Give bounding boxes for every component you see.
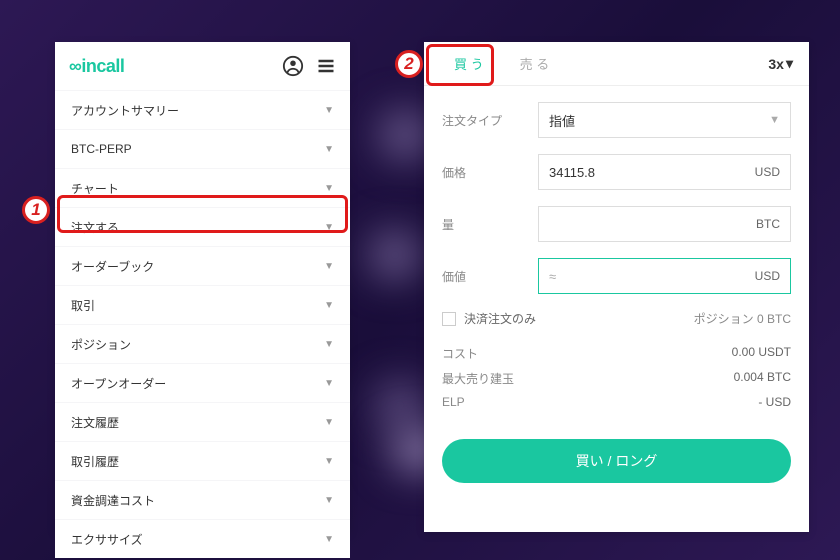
price-input[interactable]: 34115.8 USD bbox=[538, 154, 791, 190]
caret-icon: ▾ bbox=[786, 55, 793, 72]
price-label: 価格 bbox=[442, 164, 538, 181]
menu-item-orderbook[interactable]: オーダーブック ▼ bbox=[55, 247, 350, 285]
price-value: 34115.8 bbox=[549, 165, 595, 180]
logo[interactable]: ∞incall bbox=[69, 56, 124, 77]
menu-item-label: 注文履歴 bbox=[71, 414, 119, 431]
cost-label: コスト bbox=[442, 345, 478, 362]
order-type-value: 指値 bbox=[549, 111, 575, 130]
caret-icon: ▼ bbox=[324, 534, 334, 545]
menu-item-label: ポジション bbox=[71, 336, 131, 353]
elp-value: - USD bbox=[758, 395, 791, 409]
settle-only-label: 決済注文のみ bbox=[464, 310, 536, 327]
amount-unit: BTC bbox=[756, 217, 780, 231]
amount-input[interactable]: BTC bbox=[538, 206, 791, 242]
logo-text: incall bbox=[81, 56, 124, 76]
menu-item-label: BTC-PERP bbox=[71, 142, 132, 156]
tab-buy[interactable]: 買 う bbox=[440, 48, 498, 79]
menu-item-label: チャート bbox=[71, 180, 119, 197]
menu-item-label: オーダーブック bbox=[71, 258, 154, 275]
menu-item-label: 取引 bbox=[71, 297, 95, 314]
menu-icon[interactable] bbox=[316, 56, 336, 76]
order-form: 注文タイプ 指値 ▼ 価格 34115.8 USD 量 BTC 価値 ≈ bbox=[424, 86, 809, 425]
buy-long-button[interactable]: 買い / ロング bbox=[442, 439, 791, 483]
order-tabs: 買 う 売 る 3x ▾ bbox=[424, 42, 809, 86]
menu-item-order[interactable]: 注文する ▼ bbox=[55, 208, 350, 246]
caret-icon: ▼ bbox=[324, 261, 334, 272]
menu-item-open-orders[interactable]: オープンオーダー ▼ bbox=[55, 364, 350, 402]
menu-list: アカウントサマリー ▼ BTC-PERP ▼ チャート ▼ 注文する ▼ オーダーブック… bbox=[55, 91, 350, 558]
menu-item-trade[interactable]: 取引 ▼ bbox=[55, 286, 350, 324]
menu-item-label: アカウントサマリー bbox=[71, 102, 179, 119]
order-type-select[interactable]: 指値 ▼ bbox=[538, 102, 791, 138]
caret-icon: ▼ bbox=[324, 417, 334, 428]
worth-input[interactable]: ≈ USD bbox=[538, 258, 791, 294]
left-panel: ∞incall アカウントサマリー ▼ BTC-PERP ▼ チャート ▼ 注文する ▼… bbox=[55, 42, 350, 532]
logo-icon: ∞ bbox=[69, 56, 81, 77]
account-icon[interactable] bbox=[282, 55, 304, 77]
maxsell-value: 0.004 BTC bbox=[734, 370, 791, 387]
menu-item-position[interactable]: ポジション ▼ bbox=[55, 325, 350, 363]
annotation-badge-2: 2 bbox=[395, 50, 423, 78]
menu-item-funding[interactable]: 資金調達コスト ▼ bbox=[55, 481, 350, 519]
app-header: ∞incall bbox=[55, 42, 350, 90]
menu-item-exercise[interactable]: エクササイズ ▼ bbox=[55, 520, 350, 558]
caret-icon: ▼ bbox=[324, 222, 334, 233]
leverage-selector[interactable]: 3x ▾ bbox=[768, 55, 793, 72]
menu-item-label: 取引履歴 bbox=[71, 453, 119, 470]
caret-icon: ▼ bbox=[324, 495, 334, 506]
order-type-label: 注文タイプ bbox=[442, 112, 538, 129]
cost-value: 0.00 USDT bbox=[732, 345, 791, 362]
caret-icon: ▼ bbox=[324, 144, 334, 155]
menu-item-chart[interactable]: チャート ▼ bbox=[55, 169, 350, 207]
caret-icon: ▼ bbox=[324, 183, 334, 194]
menu-item-label: 注文する bbox=[71, 219, 119, 236]
caret-icon: ▼ bbox=[769, 114, 780, 126]
worth-unit: USD bbox=[755, 269, 780, 283]
price-unit: USD bbox=[755, 165, 780, 179]
elp-label: ELP bbox=[442, 395, 465, 409]
menu-item-label: オープンオーダー bbox=[71, 375, 166, 392]
menu-item-order-history[interactable]: 注文履歴 ▼ bbox=[55, 403, 350, 441]
menu-item-label: エクササイズ bbox=[71, 531, 143, 548]
caret-icon: ▼ bbox=[324, 339, 334, 350]
caret-icon: ▼ bbox=[324, 300, 334, 311]
menu-item-btc-perp[interactable]: BTC-PERP ▼ bbox=[55, 130, 350, 168]
tab-sell[interactable]: 売 る bbox=[506, 48, 564, 79]
caret-icon: ▼ bbox=[324, 378, 334, 389]
caret-icon: ▼ bbox=[324, 456, 334, 467]
leverage-value: 3x bbox=[768, 56, 784, 72]
approx-icon: ≈ bbox=[549, 269, 556, 284]
maxsell-label: 最大売り建玉 bbox=[442, 370, 514, 387]
menu-item-trade-history[interactable]: 取引履歴 ▼ bbox=[55, 442, 350, 480]
annotation-badge-1: 1 bbox=[22, 196, 50, 224]
menu-item-label: 資金調達コスト bbox=[71, 492, 155, 509]
right-panel: 買 う 売 る 3x ▾ 注文タイプ 指値 ▼ 価格 34115.8 USD 量 bbox=[424, 42, 809, 532]
caret-icon: ▼ bbox=[324, 105, 334, 116]
worth-label: 価値 bbox=[442, 268, 538, 285]
position-display: ポジション 0 BTC bbox=[694, 310, 791, 327]
settle-only-checkbox[interactable] bbox=[442, 312, 456, 326]
menu-item-account-summary[interactable]: アカウントサマリー ▼ bbox=[55, 91, 350, 129]
amount-label: 量 bbox=[442, 216, 538, 233]
